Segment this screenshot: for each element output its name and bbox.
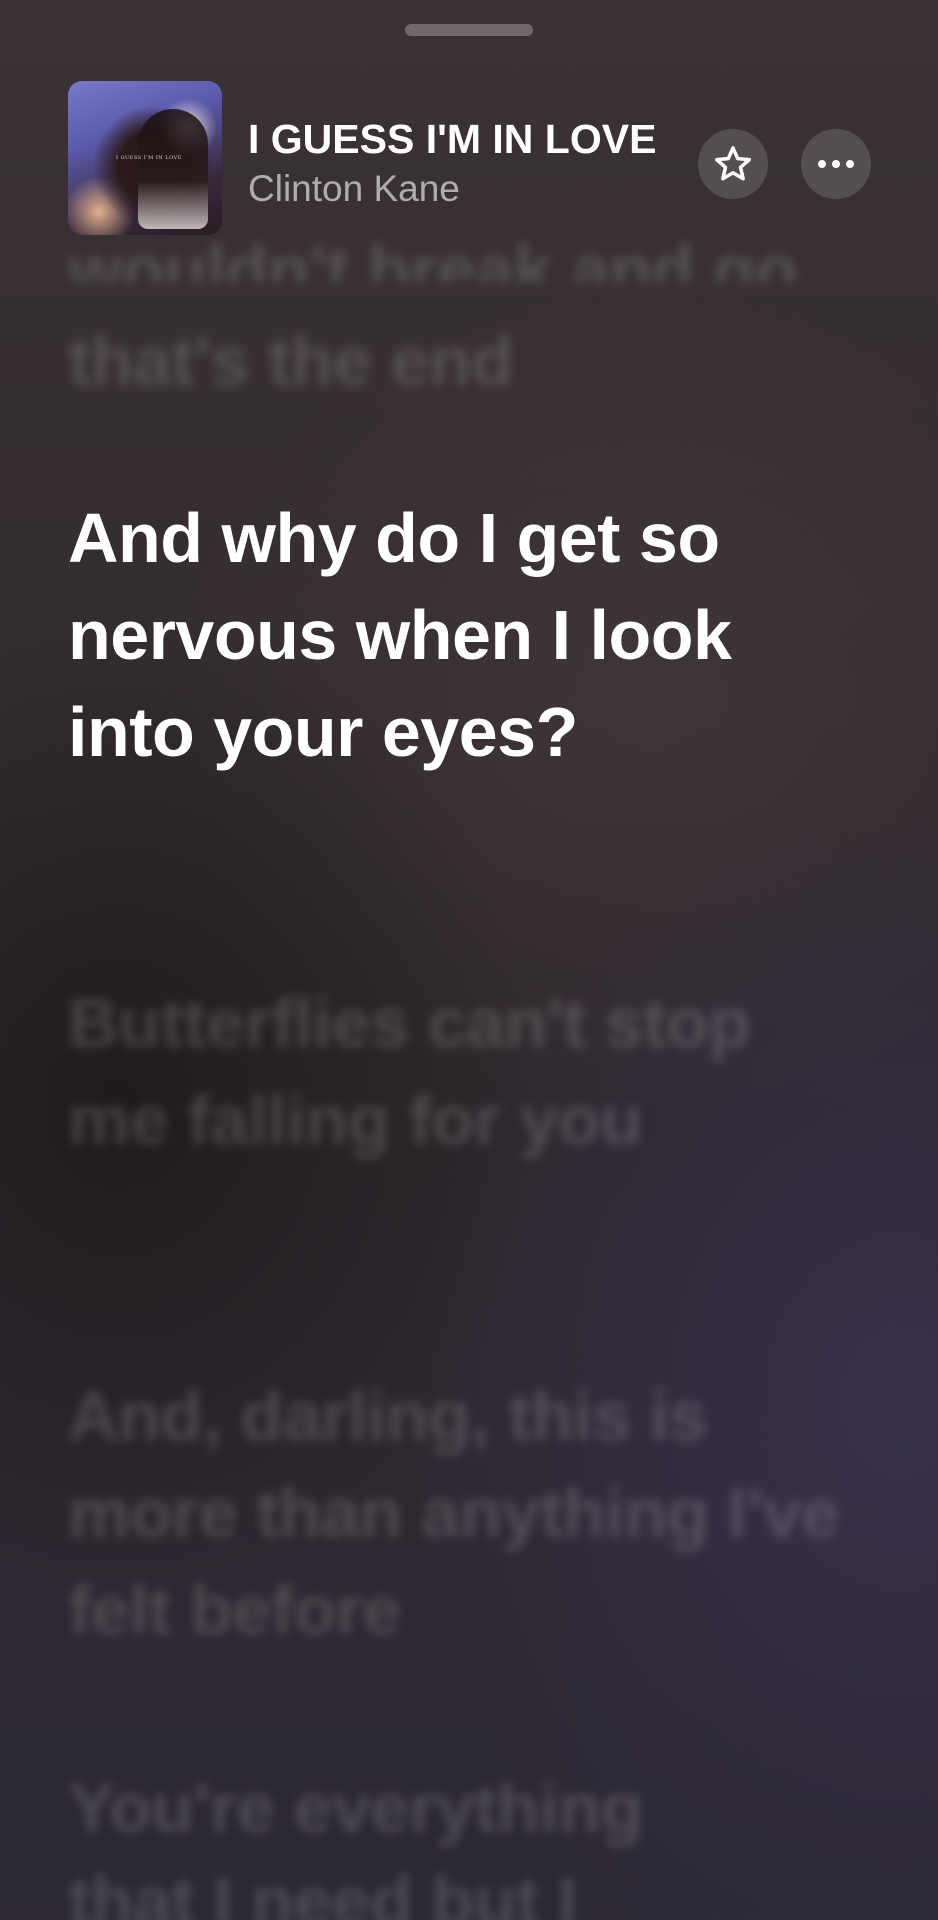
more-options-button[interactable] — [801, 129, 871, 199]
artwork-title-text: I GUESS I'M IN LOVE — [116, 155, 182, 161]
lyric-line-next[interactable]: that I need but I — [68, 1853, 868, 1920]
album-artwork[interactable]: I GUESS I'M IN LOVE — [68, 81, 222, 235]
now-playing-header: I GUESS I'M IN LOVE I GUESS I'M IN LOVE … — [0, 0, 938, 250]
lyric-line-next[interactable]: And, darling, this is more than anything… — [68, 1368, 868, 1659]
lyric-line-current[interactable]: And why do I get so nervous when I look … — [68, 490, 868, 781]
lyrics-view[interactable]: wouldn't break and go away that's the en… — [68, 0, 868, 1920]
lyric-line-next[interactable]: Butterflies can't stop me falling for yo… — [68, 975, 868, 1169]
star-icon — [714, 146, 752, 181]
artwork-figure — [138, 109, 208, 229]
song-title[interactable]: I GUESS I'M IN LOVE — [248, 116, 656, 163]
favorite-button[interactable] — [698, 129, 768, 199]
lyric-line-next[interactable]: You're everything — [68, 1760, 868, 1857]
lyric-line-previous[interactable]: that's the end — [68, 313, 868, 410]
artist-name[interactable]: Clinton Kane — [248, 168, 460, 210]
ellipsis-icon — [818, 160, 854, 168]
